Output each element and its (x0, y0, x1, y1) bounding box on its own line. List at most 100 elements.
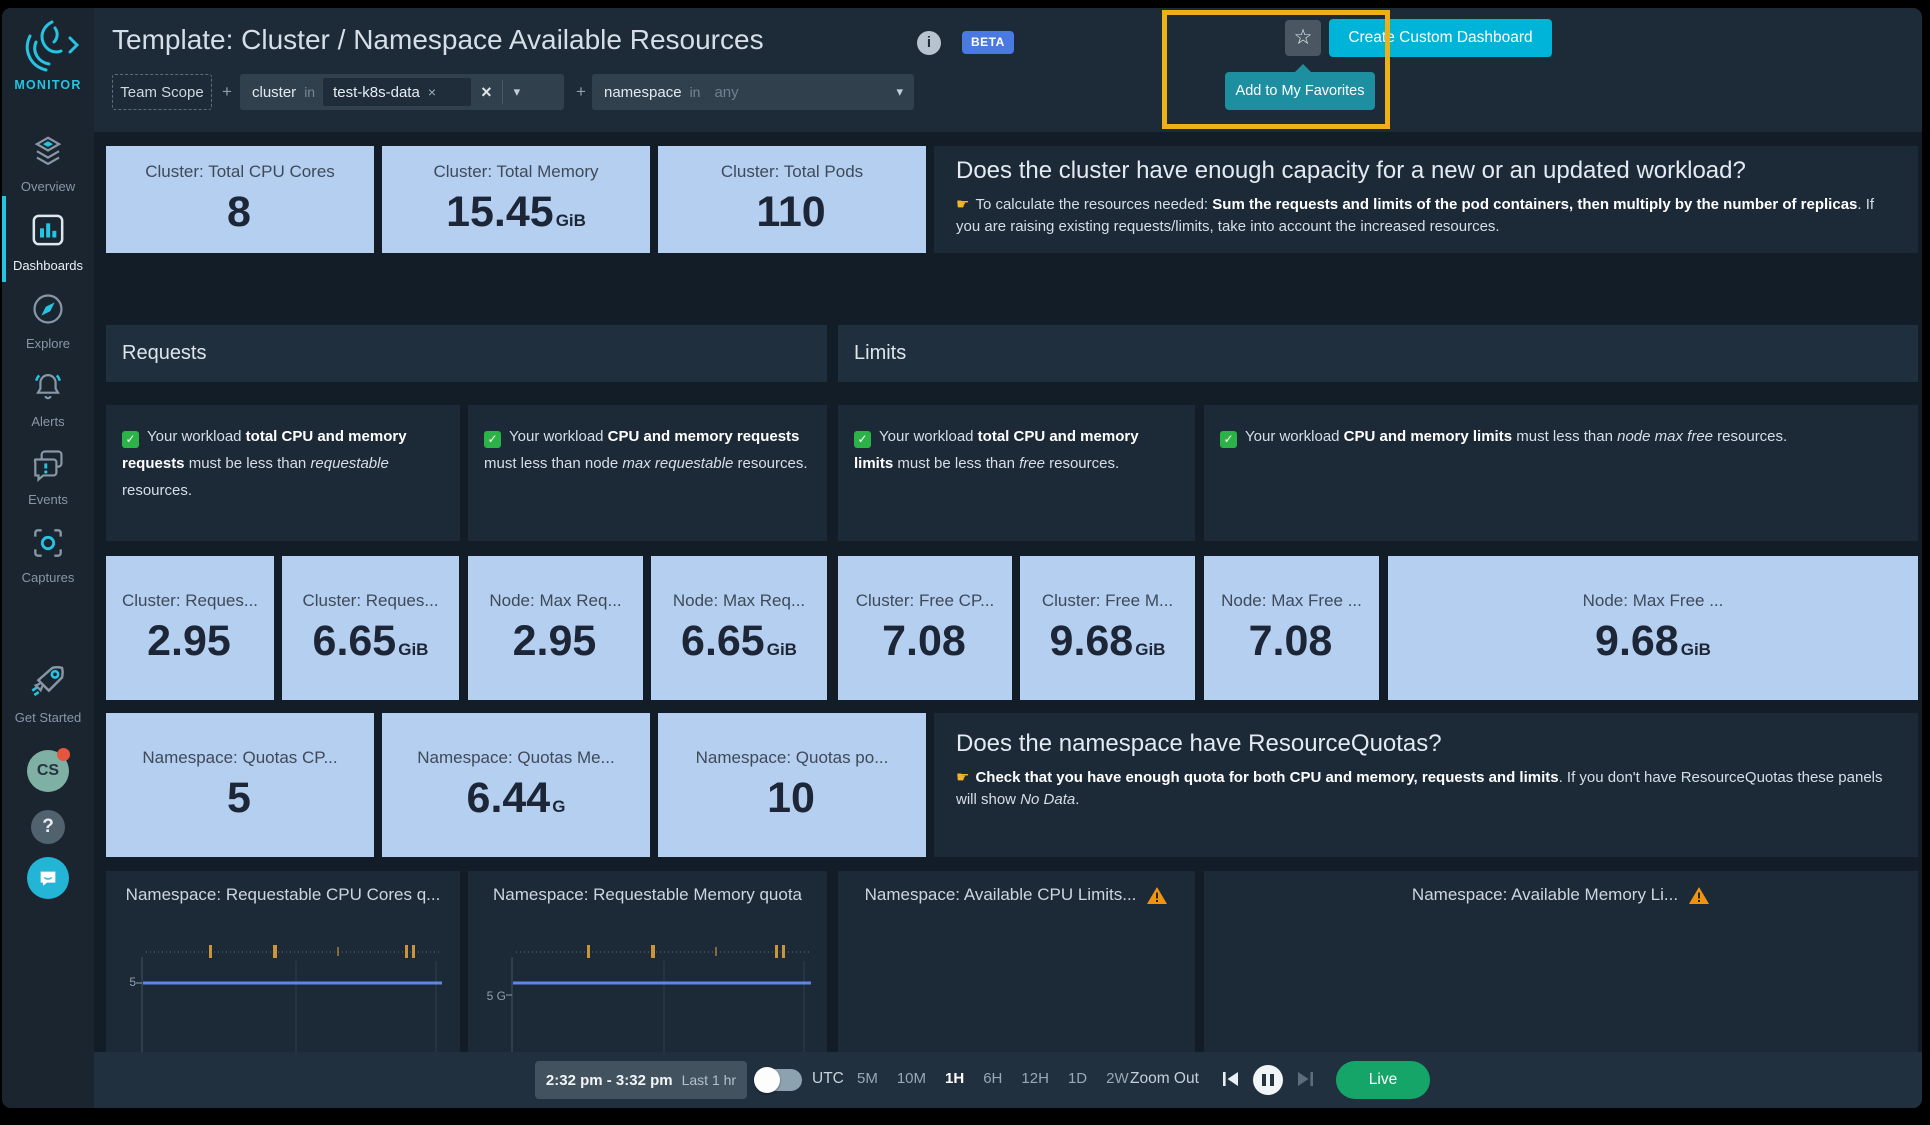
add-scope-plus[interactable]: + (222, 82, 232, 102)
pointing-hand-icon: ☛ (956, 196, 969, 213)
namespace-quota-text-panel: Does the namespace have ResourceQuotas? … (934, 713, 1918, 857)
sidebar-item-explore[interactable]: Explore (2, 290, 94, 351)
section-header-limits: Limits (838, 325, 1918, 382)
sidebar-label-captures: Captures (2, 570, 94, 585)
section-header-requests: Requests (106, 325, 827, 382)
sidebar-label-dashboards: Dashboards (2, 258, 94, 273)
cluster-value-text: test-k8s-data (333, 84, 420, 101)
sidebar-item-dashboards[interactable]: Dashboards (2, 210, 94, 273)
metric-value: 9.68 (1050, 617, 1134, 666)
time-range-selector[interactable]: 2:32 pm - 3:32 pm Last 1 hr (535, 1061, 747, 1099)
skip-forward-icon[interactable] (1296, 1071, 1314, 1087)
namespace-filter-field: namespace (592, 84, 690, 101)
sysdig-hand-icon (2, 16, 94, 74)
metric-panel: Node: Max Free ... 9.68GiB (1388, 556, 1918, 700)
preset-1d[interactable]: 1D (1068, 1070, 1087, 1087)
skip-back-icon[interactable] (1222, 1071, 1240, 1087)
metric-panel: Node: Max Req... 6.65GiB (651, 556, 827, 700)
preset-10m[interactable]: 10M (897, 1070, 926, 1087)
chevron-down-icon[interactable]: ▾ (885, 84, 914, 100)
check-icon: ✓ (854, 431, 871, 448)
check-text-panel: ✓Your workload CPU and memory requests m… (468, 405, 827, 541)
preset-6h[interactable]: 6H (983, 1070, 1002, 1087)
panel-heading: Does the cluster have enough capacity fo… (956, 156, 1856, 186)
chart-panel-available-memory-limits[interactable]: Namespace: Available Memory Li... (1204, 871, 1918, 1052)
cluster-filter-value[interactable]: test-k8s-data × (323, 78, 471, 106)
cluster-filter-field: cluster (240, 84, 304, 101)
check-icon: ✓ (1220, 431, 1237, 448)
app-window: MONITOR Overview Dashboards (2, 8, 1922, 1108)
chevron-down-icon[interactable]: ▾ (503, 84, 532, 100)
team-scope-button[interactable]: Team Scope (112, 74, 212, 110)
warning-icon (1146, 886, 1168, 905)
utc-toggle[interactable] (756, 1069, 802, 1091)
metric-value: 7.08 (882, 617, 966, 666)
live-button[interactable]: Live (1336, 1061, 1430, 1099)
chart-title: Namespace: Available CPU Limits... (865, 885, 1137, 905)
info-icon[interactable]: i (917, 31, 941, 55)
notification-dot (57, 748, 70, 761)
preset-5m[interactable]: 5M (857, 1070, 878, 1087)
cluster-filter-pill[interactable]: cluster in test-k8s-data × × ▾ (240, 74, 564, 110)
metric-value: 6.65 (313, 617, 397, 666)
sidebar-item-overview[interactable]: Overview (2, 133, 94, 194)
preset-1h[interactable]: 1H (945, 1070, 964, 1087)
line-chart (106, 871, 460, 1052)
metric-panel: Cluster: Reques... 2.95 (106, 556, 274, 700)
namespace-filter-operator: in (690, 84, 709, 100)
panel-body: ☛Check that you have enough quota for bo… (956, 767, 1898, 811)
metric-value: 10 (767, 774, 815, 823)
namespace-filter-pill[interactable]: namespace in any ▾ (592, 74, 914, 110)
sidebar-item-alerts[interactable]: Alerts (2, 368, 94, 429)
check-icon: ✓ (122, 431, 139, 448)
metric-unit: GiB (1681, 640, 1711, 660)
check-icon: ✓ (484, 431, 501, 448)
metric-panel: Node: Max Req... 2.95 (468, 556, 643, 700)
favorite-star-button[interactable]: ☆ (1285, 20, 1321, 56)
chart-panel-requestable-cpu[interactable]: Namespace: Requestable CPU Cores q... 5 (106, 871, 460, 1052)
remove-value-icon[interactable]: × (428, 84, 436, 100)
metric-panel: Cluster: Free M... 9.68GiB (1020, 556, 1195, 700)
metric-title: Namespace: Quotas po... (696, 748, 889, 768)
zoom-out-button[interactable]: Zoom Out (1130, 1070, 1199, 1088)
line-chart (468, 871, 827, 1052)
sidebar-item-get-started[interactable]: Get Started (2, 660, 94, 725)
main-area: Template: Cluster / Namespace Available … (94, 8, 1922, 1108)
namespace-filter-value[interactable]: any (708, 84, 885, 101)
utc-label: UTC (812, 1070, 844, 1088)
create-custom-dashboard-button[interactable]: Create Custom Dashboard (1329, 19, 1552, 57)
metric-title: Cluster: Total CPU Cores (145, 162, 335, 182)
metric-title: Cluster: Free CP... (856, 591, 995, 611)
sidebar-item-captures[interactable]: Captures (2, 524, 94, 585)
metric-panel: Cluster: Total CPU Cores 8 (106, 146, 374, 253)
time-navigation-bar: 2:32 pm - 3:32 pm Last 1 hr UTC 5M 10M 1… (94, 1052, 1922, 1108)
metric-value: 7.08 (1249, 617, 1333, 666)
sidebar-item-events[interactable]: Events (2, 446, 94, 507)
cluster-filter-operator: in (304, 84, 323, 100)
add-filter-plus[interactable]: + (576, 82, 586, 102)
metric-panel: Namespace: Quotas Me... 6.44G (382, 713, 650, 857)
metric-value: 2.95 (147, 617, 231, 666)
check-text-panel: ✓Your workload total CPU and memory limi… (838, 405, 1195, 541)
chart-panel-requestable-memory[interactable]: Namespace: Requestable Memory quota 5 G (468, 871, 827, 1052)
metric-panel: Namespace: Quotas po... 10 (658, 713, 926, 857)
help-button[interactable]: ? (31, 810, 65, 844)
preset-2w[interactable]: 2W (1106, 1070, 1129, 1087)
metric-panel: Cluster: Free CP... 7.08 (838, 556, 1012, 700)
metric-title: Cluster: Reques... (302, 591, 438, 611)
pause-button[interactable] (1253, 1065, 1283, 1095)
metric-unit: GiB (398, 640, 428, 660)
pointing-hand-icon: ☛ (956, 769, 969, 786)
preset-12h[interactable]: 12H (1021, 1070, 1049, 1087)
clear-filter-icon[interactable]: × (471, 82, 502, 103)
sidebar-label-explore: Explore (2, 336, 94, 351)
metric-title: Cluster: Total Pods (721, 162, 863, 182)
support-chat-button[interactable] (27, 857, 69, 899)
metric-value: 5 (227, 774, 251, 823)
chart-panel-available-cpu-limits[interactable]: Namespace: Available CPU Limits... (838, 871, 1195, 1052)
monitor-logo[interactable]: MONITOR (2, 16, 94, 79)
metric-title: Node: Max Req... (489, 591, 621, 611)
metric-panel: Node: Max Free ... 7.08 (1204, 556, 1379, 700)
compass-icon (29, 290, 67, 328)
metric-title: Cluster: Reques... (122, 591, 258, 611)
